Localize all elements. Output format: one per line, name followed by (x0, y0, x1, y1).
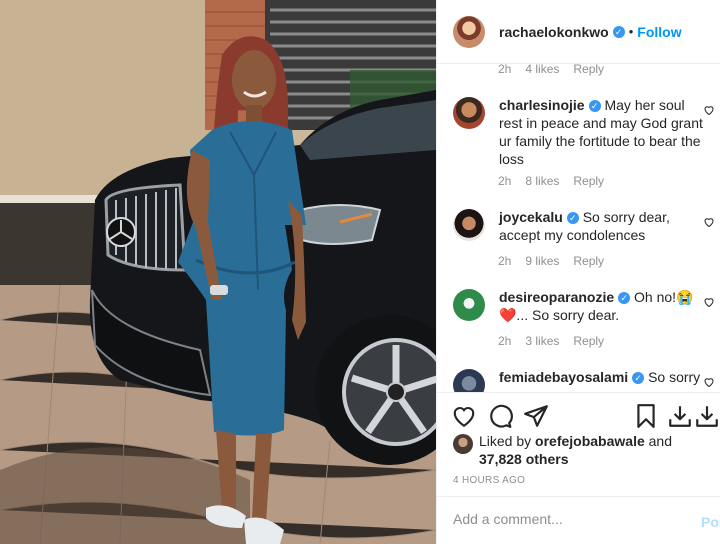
comment-meta: 2h 8 likes Reply (498, 174, 604, 188)
verified-badge-icon: ✓ (632, 372, 645, 384)
reply-button[interactable]: Reply (573, 254, 604, 268)
download-icon[interactable] (694, 403, 720, 429)
commenter-avatar[interactable] (453, 209, 485, 241)
likes-count[interactable]: 37,828 others (479, 451, 569, 467)
comment-username[interactable]: joycekalu (499, 209, 563, 225)
liker-avatar[interactable] (453, 434, 473, 454)
comment-meta: 2h 3 likes Reply (498, 334, 604, 348)
comment-icon[interactable] (487, 403, 513, 429)
comment-text: So sorry (648, 369, 701, 385)
reply-button[interactable]: Reply (573, 174, 604, 188)
like-comment-icon[interactable] (703, 104, 715, 116)
heart-icon[interactable] (451, 403, 477, 429)
action-bar (437, 392, 720, 432)
comment-likes[interactable]: 8 likes (525, 174, 559, 188)
add-comment-bar: Post (437, 496, 720, 544)
comment-meta: 2h 9 likes Reply (498, 254, 604, 268)
share-icon[interactable] (523, 403, 549, 429)
comment-text: Oh no!😭 (634, 289, 694, 305)
comment-body: femiadebayosalami ✓ So sorry (499, 368, 703, 392)
comment: charlesinojie ✓ May her soul rest in peac… (437, 96, 720, 168)
likes-prefix: Liked by (479, 433, 532, 449)
commenter-avatar[interactable] (453, 369, 485, 392)
reply-button[interactable]: Reply (573, 334, 604, 348)
verified-badge-icon: ✓ (618, 292, 631, 304)
separator-dot: • (628, 24, 634, 39)
verified-badge-icon: ✓ (588, 100, 601, 112)
likes-text: Liked by orefejobabawale and 37,828 othe… (479, 432, 672, 468)
download-icon[interactable] (667, 403, 693, 429)
comment: femiadebayosalami ✓ So sorry (437, 368, 720, 392)
bookmark-icon[interactable] (633, 403, 659, 429)
comment: joycekalu ✓ So sorry dear, accept my cond… (437, 208, 720, 244)
comment-likes[interactable]: 4 likes (525, 64, 559, 76)
comment-time[interactable]: 2h (498, 254, 511, 268)
post-header: rachaelokonkwo ✓ • Follow (437, 0, 720, 64)
comment-time[interactable]: 2h (498, 64, 511, 76)
comment-meta: 2h 4 likes Reply (498, 64, 604, 76)
comment-likes[interactable]: 9 likes (525, 254, 559, 268)
comment-body: desireoparanozie ✓ Oh no!😭 ❤️... So sorry… (499, 288, 703, 324)
liker-username[interactable]: orefejobabawale (535, 433, 645, 449)
likes-summary: Liked by orefejobabawale and 37,828 othe… (453, 432, 672, 468)
comment-body: joycekalu ✓ So sorry dear, accept my cond… (499, 208, 703, 244)
likes-and: and (648, 433, 672, 449)
commenter-avatar[interactable] (453, 289, 485, 321)
post-sidebar: rachaelokonkwo ✓ • Follow 2h 4 likes Rep… (436, 0, 720, 544)
owner-avatar[interactable] (453, 15, 485, 48)
comment-body: charlesinojie ✓ May her soul rest in peac… (499, 96, 703, 168)
comment-username[interactable]: desireoparanozie (499, 289, 614, 305)
follow-button[interactable]: Follow (637, 24, 681, 40)
comments-list[interactable]: 2h 4 likes Reply charlesinojie ✓ May her … (437, 64, 720, 392)
add-comment-input[interactable] (453, 511, 683, 527)
owner-username[interactable]: rachaelokonkwo (499, 24, 609, 40)
comment-username[interactable]: charlesinojie (499, 97, 585, 113)
comment: desireoparanozie ✓ Oh no!😭 ❤️... So sorry… (437, 288, 720, 324)
comment-time[interactable]: 2h (498, 174, 511, 188)
comment-username[interactable]: femiadebayosalami (499, 369, 628, 385)
like-comment-icon[interactable] (703, 216, 715, 228)
reply-button[interactable]: Reply (573, 64, 604, 76)
post-photo[interactable] (0, 0, 436, 544)
comment-likes[interactable]: 3 likes (525, 334, 559, 348)
commenter-avatar[interactable] (453, 97, 485, 129)
verified-badge-icon: ✓ (612, 25, 625, 38)
like-comment-icon[interactable] (703, 376, 715, 388)
verified-badge-icon: ✓ (566, 212, 579, 224)
like-comment-icon[interactable] (703, 296, 715, 308)
post-timestamp[interactable]: 4 HOURS AGO (453, 475, 525, 486)
comment-time[interactable]: 2h (498, 334, 511, 348)
comment-text-line2: ❤️... So sorry dear. (499, 307, 620, 323)
post-image (0, 0, 436, 544)
post-comment-button[interactable]: Post (701, 514, 720, 530)
